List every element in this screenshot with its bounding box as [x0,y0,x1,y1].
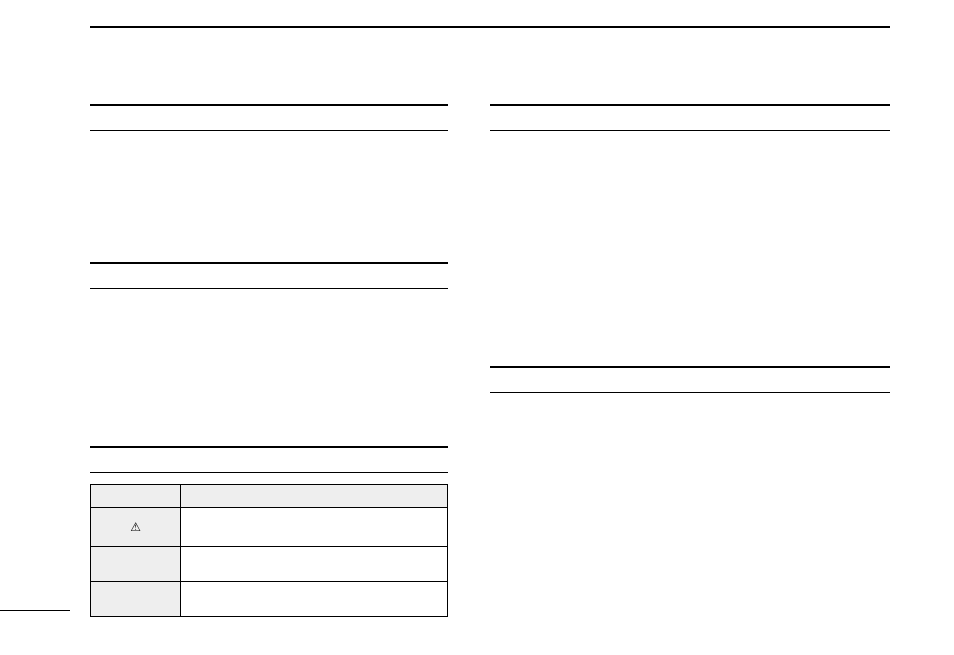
rule-left-d [90,288,448,289]
rule-top [90,26,890,28]
rule-left-f [90,472,448,473]
rule-right-c [490,366,890,368]
footer-rule [0,610,70,611]
rule-left-e [90,446,448,448]
rule-left-b [90,130,448,131]
symbol-table: ⚠ [90,484,448,617]
rule-left-c [90,262,448,264]
rule-right-b [490,130,890,131]
rule-right-d [490,392,890,393]
warning-icon: ⚠ [130,521,141,533]
rule-right-a [490,104,890,106]
rule-left-a [90,104,448,106]
